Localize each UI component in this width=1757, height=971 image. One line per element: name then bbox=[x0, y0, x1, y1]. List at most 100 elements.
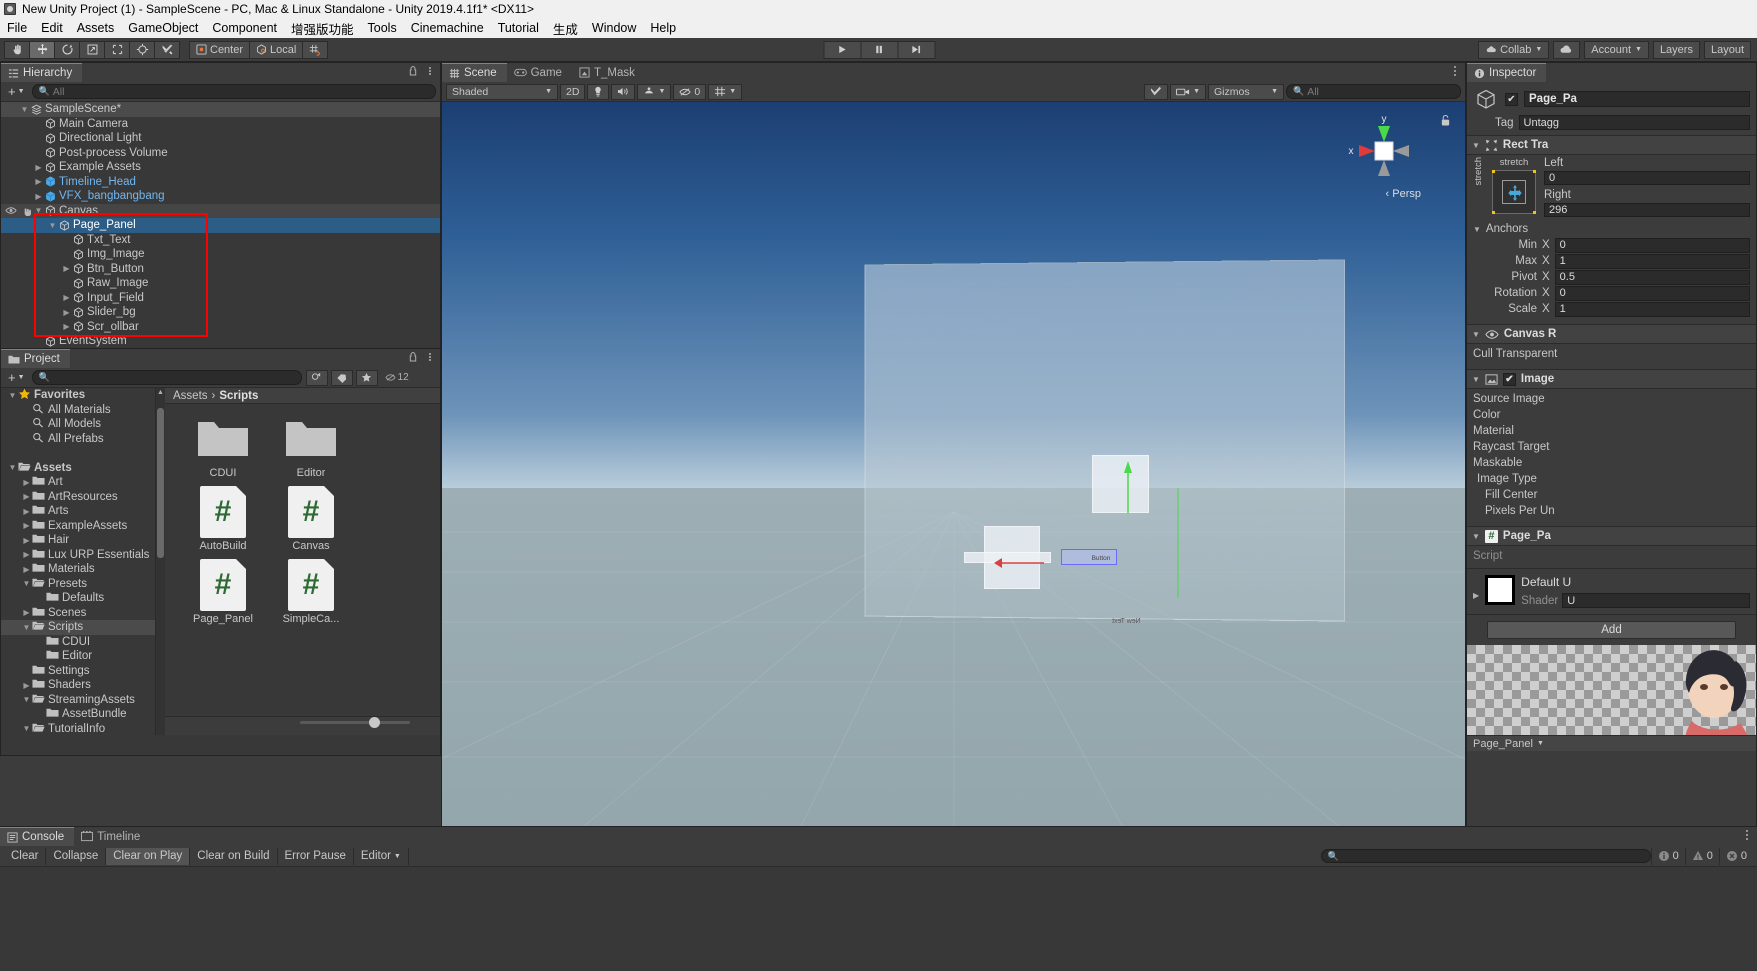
project-tree-item-scripts[interactable]: ▼ Scripts bbox=[1, 620, 155, 635]
project-tree-item-lux-urp-essentials[interactable]: ▶ Lux URP Essentials bbox=[1, 548, 155, 563]
project-add-button[interactable]: + ▼ bbox=[5, 370, 28, 385]
custom-tool-icon[interactable] bbox=[154, 40, 180, 59]
scene-viewport[interactable]: Button New Text y x ‹ Persp bbox=[442, 102, 1465, 845]
fold-arrow-icon[interactable]: ▼ bbox=[1473, 225, 1481, 234]
prop-cull-transparent[interactable]: Cull Transparent bbox=[1467, 346, 1756, 362]
project-tree-item-art[interactable]: ▶ Art bbox=[1, 475, 155, 490]
project-tree-item-assetbundle[interactable]: AssetBundle bbox=[1, 707, 155, 722]
chevron-down-icon[interactable]: ▼ bbox=[7, 391, 18, 400]
favorite-star-icon[interactable] bbox=[355, 369, 378, 386]
project-tree-item-tutorialinfo[interactable]: ▼ TutorialInfo bbox=[1, 722, 155, 736]
project-tree-item-editor[interactable]: Editor bbox=[1, 649, 155, 664]
new-asset-icon[interactable] bbox=[305, 369, 328, 386]
project-tree-item-assets[interactable]: ▼ Assets bbox=[1, 461, 155, 476]
image-prop-color[interactable]: Color bbox=[1467, 407, 1756, 423]
chevron-down-icon[interactable]: ▼ bbox=[19, 105, 30, 114]
hierarchy-tree[interactable]: ▼ SampleScene* Main Camera Directional Ligh… bbox=[1, 102, 440, 348]
rect-tool-icon[interactable] bbox=[104, 40, 130, 59]
project-tree-item-all-prefabs[interactable]: All Prefabs bbox=[1, 432, 155, 447]
fold-arrow-icon[interactable]: ▼ bbox=[1472, 141, 1480, 150]
menu-edit[interactable]: Edit bbox=[34, 19, 70, 37]
zoom-slider-track[interactable] bbox=[300, 721, 410, 724]
asset-grid[interactable]: CDUI Editor # AutoBuild # Canvas # Page_Panel # S… bbox=[165, 404, 440, 716]
project-tree-item-all-materials[interactable]: All Materials bbox=[1, 403, 155, 418]
image-prop-material[interactable]: Material bbox=[1467, 423, 1756, 439]
asset-item-editor[interactable]: Editor bbox=[267, 416, 355, 479]
console-search-input[interactable]: 🔍 bbox=[1320, 849, 1651, 863]
scene-panel-menu[interactable] bbox=[1449, 65, 1461, 80]
hierarchy-item-input-field[interactable]: ▶ Input_Field bbox=[1, 291, 440, 306]
object-active-checkbox[interactable]: ✔ bbox=[1505, 92, 1518, 106]
hierarchy-item-canvas[interactable]: ▼ Canvas bbox=[1, 203, 440, 218]
project-folder-tree[interactable]: ▼ Favorites All Materials All Models All Pre… bbox=[1, 388, 156, 735]
chevron-down-icon[interactable]: ▼ bbox=[21, 579, 32, 588]
tab-scene[interactable]: Scene bbox=[442, 63, 507, 82]
tab-timeline[interactable]: Timeline bbox=[74, 827, 151, 846]
project-tree-item-cdui[interactable]: CDUI bbox=[1, 635, 155, 650]
project-tree-item-artresources[interactable]: ▶ ArtResources bbox=[1, 490, 155, 505]
component-header-canvas-renderer[interactable]: ▼ Canvas R bbox=[1467, 324, 1756, 344]
move-gizmo[interactable] bbox=[1092, 459, 1212, 579]
console-error-count[interactable]: 0 bbox=[1718, 847, 1753, 865]
hierarchy-item-example-assets[interactable]: ▶ Example Assets bbox=[1, 160, 440, 175]
rotate-tool-icon[interactable] bbox=[54, 40, 80, 59]
rect-row-value[interactable]: 1 bbox=[1554, 253, 1750, 269]
hierarchy-search-input[interactable]: 🔍 All bbox=[31, 84, 436, 99]
chevron-down-icon[interactable]: ▼ bbox=[21, 623, 32, 632]
console-info-count[interactable]: 0 bbox=[1650, 847, 1685, 865]
scene-projection-label[interactable]: ‹ Persp bbox=[1386, 188, 1421, 200]
chevron-down-icon[interactable]: ▼ bbox=[21, 724, 32, 733]
chevron-down-icon[interactable]: ▼ bbox=[33, 206, 44, 215]
account-button[interactable]: Account ▼ bbox=[1584, 40, 1649, 59]
hierarchy-item-slider-bg[interactable]: ▶ Slider_bg bbox=[1, 305, 440, 320]
inspector-body[interactable]: ✔ Page_Pa Tag Untagg ▼ Rect Tra stretch … bbox=[1467, 82, 1756, 827]
asset-item-canvas[interactable]: # Canvas bbox=[267, 486, 355, 552]
menu-cinemachine[interactable]: Cinemachine bbox=[404, 19, 491, 37]
image-prop-image-type[interactable]: Image Type bbox=[1467, 471, 1756, 487]
hierarchy-item-img-image[interactable]: Img_Image bbox=[1, 247, 440, 262]
chevron-right-icon[interactable]: ▶ bbox=[21, 521, 32, 530]
scrollbar-thumb[interactable] bbox=[157, 408, 164, 558]
hierarchy-item-txt-text[interactable]: Txt_Text bbox=[1, 233, 440, 248]
menu-window[interactable]: Window bbox=[585, 19, 643, 37]
project-tree-item-hair[interactable]: ▶ Hair bbox=[1, 533, 155, 548]
tab-project[interactable]: Project bbox=[1, 349, 70, 368]
audio-icon[interactable] bbox=[611, 83, 636, 100]
visibility-toggles[interactable] bbox=[5, 206, 32, 216]
project-tree-item-favorites[interactable]: ▼ Favorites bbox=[1, 388, 155, 403]
camera-icon[interactable]: ▼ bbox=[1170, 83, 1206, 100]
image-prop-raycast-target[interactable]: Raycast Target bbox=[1467, 439, 1756, 455]
scene-orientation-gizmo[interactable]: y x bbox=[1345, 112, 1423, 190]
2d-toggle-button[interactable]: 2D bbox=[560, 83, 586, 100]
transform-tool-icon[interactable] bbox=[129, 40, 155, 59]
console-button-editor[interactable]: Editor ▼ bbox=[353, 847, 409, 865]
tab-inspector[interactable]: Inspector bbox=[1467, 63, 1547, 82]
chevron-right-icon[interactable]: ▶ bbox=[21, 507, 32, 516]
tab-t-mask[interactable]: T_Mask bbox=[571, 63, 645, 82]
lock-icon[interactable] bbox=[1440, 114, 1451, 127]
menu-tools[interactable]: Tools bbox=[361, 19, 404, 37]
chevron-right-icon[interactable]: ▶ bbox=[61, 293, 72, 302]
image-prop-maskable[interactable]: Maskable bbox=[1467, 455, 1756, 471]
chevron-right-icon[interactable]: ▶ bbox=[33, 192, 44, 201]
menu-component[interactable]: Component bbox=[205, 19, 284, 37]
step-button[interactable] bbox=[897, 40, 935, 59]
shading-mode-dropdown[interactable]: Shaded ▼ bbox=[446, 83, 558, 100]
scale-tool-icon[interactable] bbox=[79, 40, 105, 59]
chevron-right-icon[interactable]: ▶ bbox=[21, 565, 32, 574]
chevron-right-icon[interactable]: ▶ bbox=[33, 163, 44, 172]
project-lock-and-menu[interactable] bbox=[406, 351, 436, 366]
chevron-right-icon[interactable]: ▶ bbox=[33, 177, 44, 186]
asset-item-page-panel[interactable]: # Page_Panel bbox=[179, 559, 267, 625]
asset-item-cdui[interactable]: CDUI bbox=[179, 416, 267, 479]
hierarchy-item-page-panel[interactable]: ▼ Page_Panel bbox=[1, 218, 440, 233]
component-header-image[interactable]: ▼ ✔ Image bbox=[1467, 369, 1756, 389]
menu-gameobject[interactable]: GameObject bbox=[121, 19, 205, 37]
console-panel-menu[interactable] bbox=[1741, 829, 1753, 844]
zoom-slider-knob[interactable] bbox=[369, 717, 380, 728]
breadcrumb-scripts[interactable]: Scripts bbox=[219, 390, 258, 402]
cloud-icon[interactable] bbox=[1553, 40, 1581, 59]
image-prop-fill-center[interactable]: Fill Center bbox=[1467, 487, 1756, 503]
project-tree-item-settings[interactable]: Settings bbox=[1, 664, 155, 679]
play-button[interactable] bbox=[823, 40, 861, 59]
